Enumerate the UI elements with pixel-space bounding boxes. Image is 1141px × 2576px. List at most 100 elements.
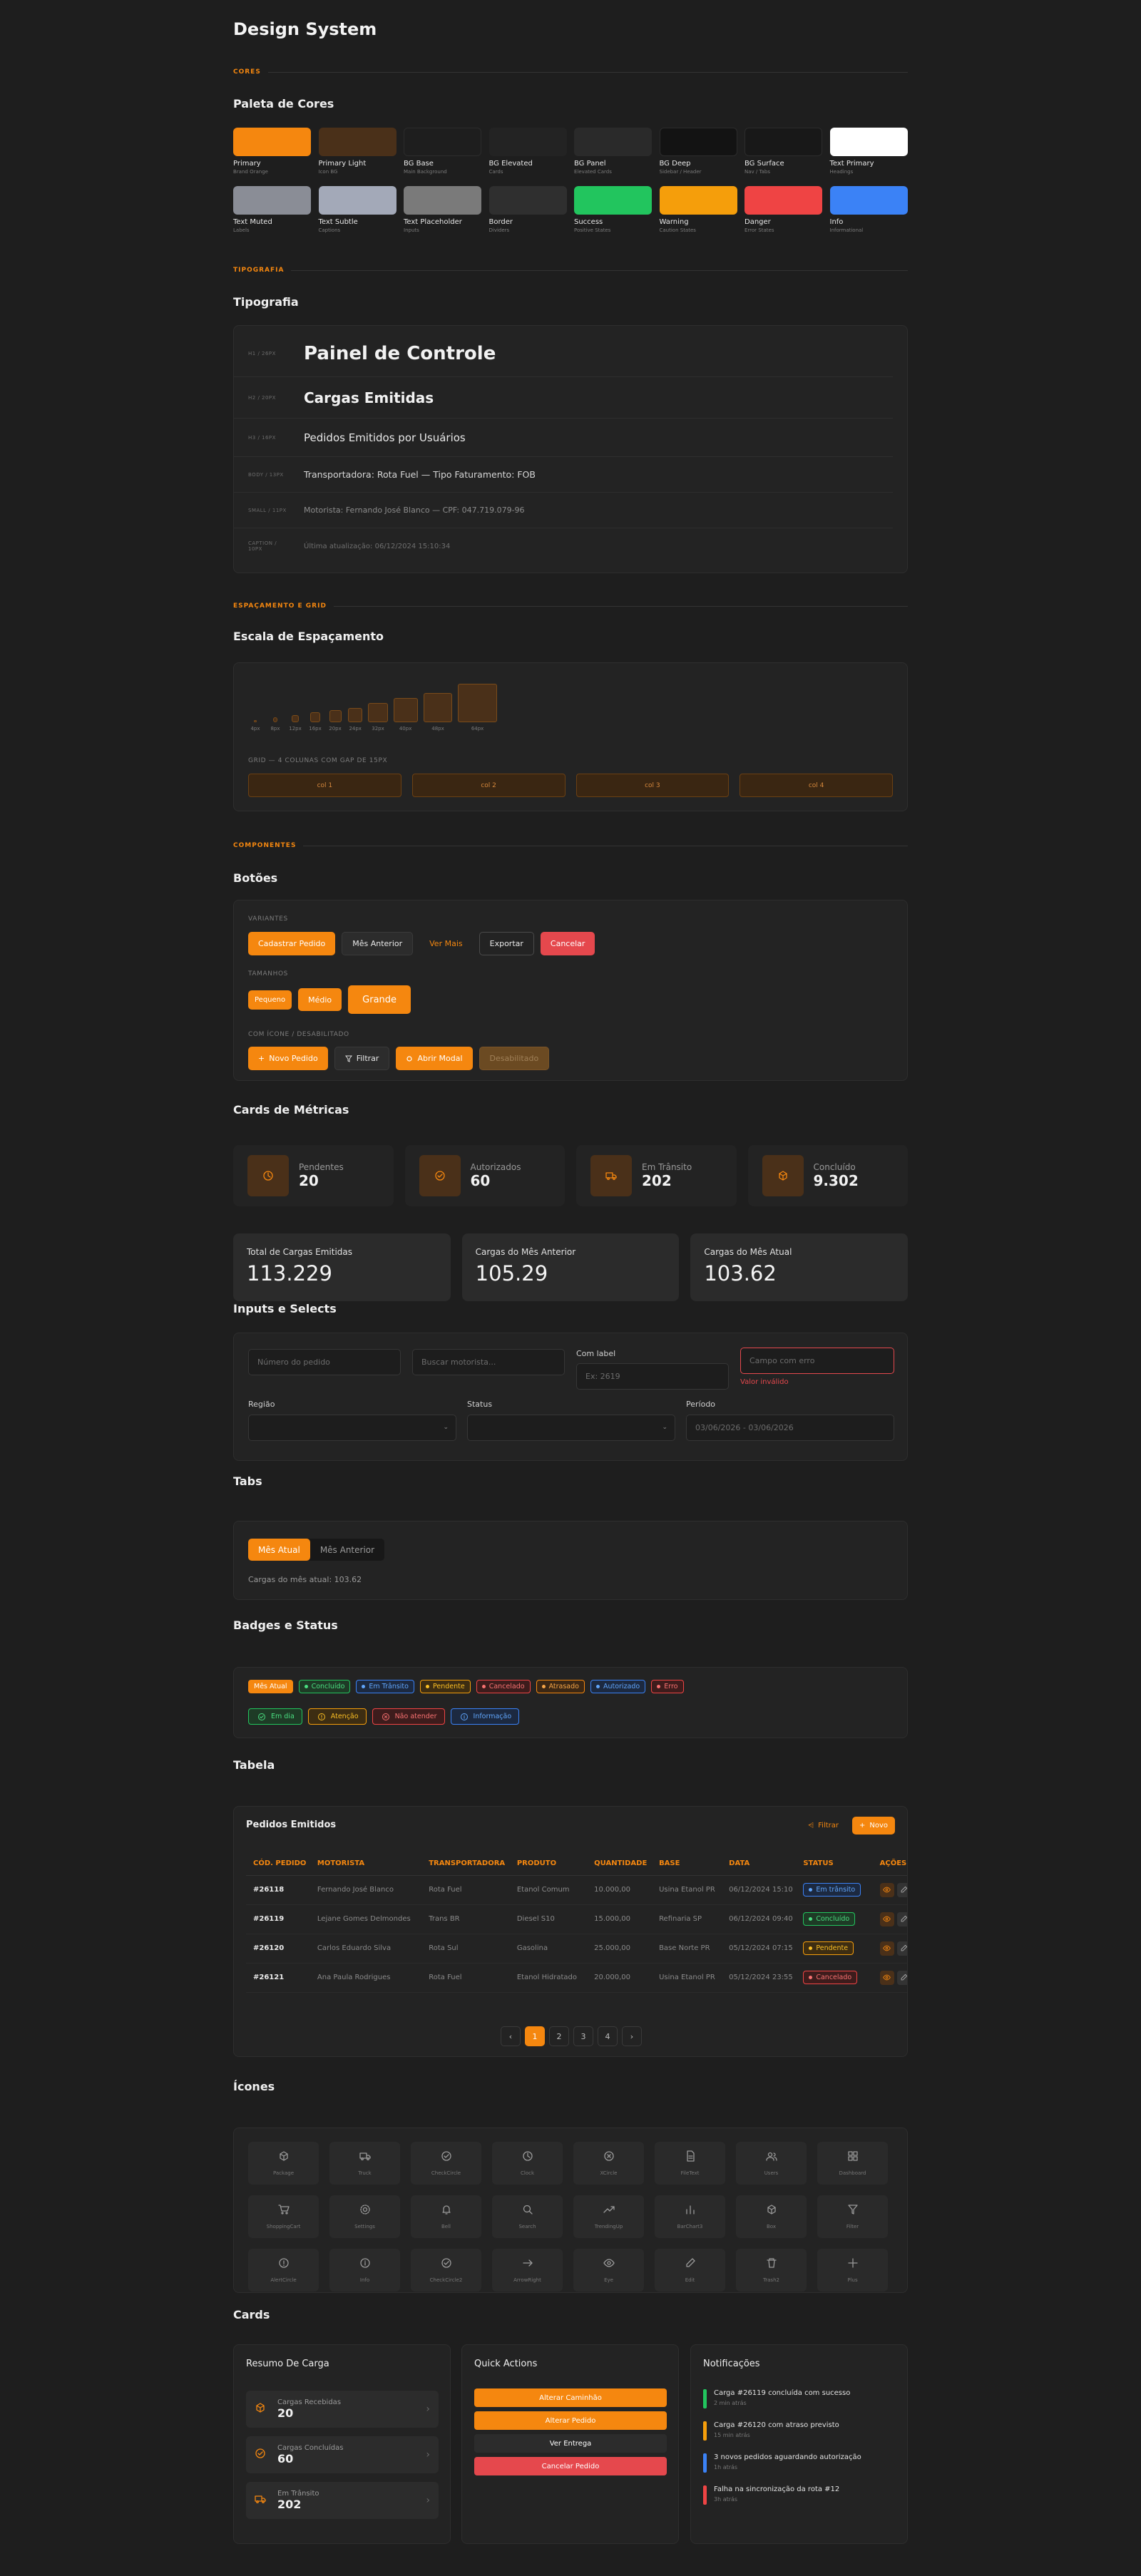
driver-search-input[interactable]: Buscar motorista... bbox=[412, 1349, 565, 1375]
notification-indicator bbox=[703, 2389, 707, 2408]
icon-name: XCircle bbox=[600, 2170, 618, 2176]
checkcircle2-icon bbox=[441, 2257, 452, 2272]
cancel-order-button[interactable]: Cancelar Pedido bbox=[474, 2457, 667, 2475]
edit-icon[interactable] bbox=[896, 1912, 907, 1926]
spacing-item: 40px bbox=[393, 698, 418, 732]
swatch-color bbox=[404, 186, 481, 215]
notification-item[interactable]: 3 novos pedidos aguardando autorização 1h… bbox=[703, 2453, 896, 2473]
labeled-input[interactable]: Ex: 2619 bbox=[576, 1363, 729, 1390]
page-button[interactable]: 1 bbox=[525, 2026, 545, 2046]
spacing-label: 12px bbox=[289, 726, 302, 732]
next-page-button[interactable]: › bbox=[622, 2026, 642, 2046]
mes-anterior-button[interactable]: Mês Anterior bbox=[342, 932, 414, 955]
table-cell: Usina Etanol PR bbox=[652, 1963, 722, 1993]
page-button[interactable]: 4 bbox=[598, 2026, 618, 2046]
page-title: Design System bbox=[233, 19, 377, 39]
plus-icon bbox=[847, 2257, 859, 2272]
region-select[interactable]: ⌄ bbox=[248, 1415, 456, 1441]
view-icon[interactable] bbox=[879, 1970, 894, 1985]
abrir-modal-button[interactable]: Abrir Modal bbox=[396, 1047, 473, 1070]
notification-item[interactable]: Carga #26120 com atraso previsto 15 min a… bbox=[703, 2421, 896, 2441]
summary-cards: Total de Cargas Emitidas 113.229 Cargas do… bbox=[233, 1233, 909, 1301]
icon-name: Users bbox=[764, 2170, 779, 2176]
notification-text: 3 novos pedidos aguardando autorização 1h… bbox=[714, 2453, 861, 2473]
alert-icon bbox=[317, 1713, 326, 1721]
prev-page-button[interactable]: ‹ bbox=[501, 2026, 521, 2046]
change-truck-button[interactable]: Alterar Caminhão bbox=[474, 2388, 667, 2407]
error-input[interactable]: Campo com erro bbox=[740, 1348, 894, 1374]
table-cell: Rota Sul bbox=[421, 1934, 510, 1964]
table-header: TRANSPORTADORA bbox=[421, 1852, 510, 1876]
section-components: COMPONENTES bbox=[233, 842, 908, 849]
truck-icon bbox=[605, 1172, 617, 1180]
region-label: Região bbox=[248, 1400, 275, 1409]
ver-mais-button[interactable]: Ver Mais bbox=[419, 932, 472, 955]
tab-previous-month[interactable]: Mês Anterior bbox=[310, 1539, 384, 1561]
cancelar-button[interactable]: Cancelar bbox=[540, 932, 595, 955]
summary-item[interactable]: Cargas Recebidas 20 › bbox=[246, 2391, 439, 2428]
view-icon[interactable] bbox=[879, 1912, 894, 1926]
icon-name: Dashboard bbox=[839, 2170, 866, 2176]
box-icon bbox=[766, 2204, 777, 2218]
novo-pedido-button[interactable]: + Novo Pedido bbox=[248, 1047, 328, 1070]
exportar-button[interactable]: Exportar bbox=[479, 932, 534, 955]
clock-icon bbox=[522, 2150, 533, 2165]
status-dot bbox=[657, 1685, 661, 1688]
cards-title: Cards bbox=[233, 2308, 270, 2321]
spacing-panel: 4px 8px 12px 16px 20px 24px 32px 40px 48px 64px G… bbox=[233, 662, 908, 811]
medium-button[interactable]: Médio bbox=[298, 988, 342, 1011]
large-button[interactable]: Grande bbox=[348, 985, 411, 1014]
notification-message: Carga #26119 concluída com sucesso bbox=[714, 2389, 851, 2397]
icon-tile: Truck bbox=[329, 2142, 400, 2185]
small-button[interactable]: Pequeno bbox=[248, 990, 292, 1010]
page-button[interactable]: 3 bbox=[573, 2026, 593, 2046]
view-icon[interactable] bbox=[879, 1882, 894, 1897]
icon-tile: Settings bbox=[329, 2195, 400, 2238]
swatch-name: Text Primary bbox=[829, 160, 874, 168]
icon-tile: CheckCircle2 bbox=[411, 2249, 481, 2292]
swatch-name: Border bbox=[488, 218, 513, 226]
type-row: BODY / 13PX Transportadora: Rota Fuel — T… bbox=[234, 457, 893, 493]
notification-item[interactable]: Falha na sincronização da rota #12 3h atr… bbox=[703, 2485, 896, 2505]
dashboard-icon bbox=[847, 2150, 859, 2165]
badge-text: Informação bbox=[473, 1713, 512, 1720]
table-cell: #26119 bbox=[246, 1904, 310, 1934]
grid-column: col 2 bbox=[411, 774, 566, 797]
icon-name: TrendingUp bbox=[594, 2224, 623, 2229]
cadastrar-pedido-button[interactable]: Cadastrar Pedido bbox=[248, 932, 336, 955]
edit-icon[interactable] bbox=[896, 1941, 907, 1956]
metric-card: Pendentes 20 bbox=[233, 1145, 394, 1206]
metrics-title: Cards de Métricas bbox=[233, 1103, 349, 1117]
new-order-button[interactable]: + Novo bbox=[851, 1817, 895, 1834]
order-number-input[interactable]: Número do pedido bbox=[248, 1349, 401, 1375]
swatch-name: Success bbox=[574, 218, 603, 226]
summary-item[interactable]: Em Trânsito 202 › bbox=[246, 2482, 439, 2519]
section-typography: TIPOGRAFIA bbox=[233, 267, 908, 274]
period-label: Período bbox=[686, 1400, 716, 1409]
summary-item[interactable]: Cargas Concluídas 60 › bbox=[246, 2436, 439, 2473]
spacing-box bbox=[368, 702, 388, 722]
notification-item[interactable]: Carga #26119 concluída com sucesso 2 min … bbox=[703, 2389, 896, 2408]
filter-button[interactable]: ⩤ Filtrar bbox=[802, 1817, 844, 1834]
swatch-desc: Elevated Cards bbox=[574, 169, 612, 175]
metric-card: Concluído 9.302 bbox=[747, 1145, 908, 1206]
status-select[interactable]: ⌄ bbox=[467, 1415, 675, 1441]
change-order-button[interactable]: Alterar Pedido bbox=[474, 2411, 667, 2430]
x-icon bbox=[382, 1713, 390, 1721]
swatch-desc: Sidebar / Header bbox=[659, 169, 702, 175]
spacing-label: 16px bbox=[309, 726, 322, 732]
period-input[interactable]: 03/06/2026 - 03/06/2026 bbox=[686, 1415, 894, 1441]
type-sample: Pedidos Emitidos por Usuários bbox=[304, 431, 466, 444]
view-icon[interactable] bbox=[879, 1941, 894, 1956]
icon-tile: Info bbox=[329, 2249, 400, 2292]
view-delivery-button[interactable]: Ver Entrega bbox=[474, 2434, 667, 2453]
spacing-title: Escala de Espaçamento bbox=[233, 630, 384, 643]
filtrar-button[interactable]: Filtrar bbox=[334, 1047, 390, 1070]
tab-current-month[interactable]: Mês Atual bbox=[248, 1539, 310, 1561]
edit-icon[interactable] bbox=[896, 1970, 907, 1985]
page-button[interactable]: 2 bbox=[549, 2026, 569, 2046]
table-cell: Gasolina bbox=[509, 1934, 588, 1964]
edit-icon[interactable] bbox=[896, 1882, 907, 1897]
metric-label: Autorizados bbox=[470, 1162, 521, 1172]
swatch-color bbox=[318, 186, 396, 215]
